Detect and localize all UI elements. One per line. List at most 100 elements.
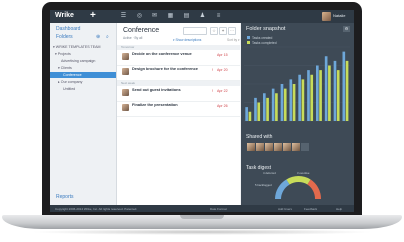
profile-icon[interactable]: ♟ [199, 13, 206, 20]
digest-label-deferred: 4 deferred [263, 171, 276, 175]
laptop-notch [180, 215, 224, 219]
shared-with-heading: Shared with [246, 134, 273, 140]
copyright-text: Copyright 2006-2014 Wrike, Inc. All righ… [55, 206, 138, 211]
snapshot-panel: Folder snapshot ⚙ Tasks created Tasks co… [241, 23, 354, 205]
chart-bar-completed [310, 74, 314, 121]
new-task-button[interactable]: + [90, 10, 96, 21]
chart-bar-created [289, 79, 293, 121]
chart-bar-completed [266, 97, 269, 121]
legend-swatch-completed [247, 41, 250, 44]
shared-avatar[interactable] [247, 143, 255, 151]
legend-created: Tasks created [252, 35, 273, 40]
add-folder-icon[interactable]: ⊕ [96, 34, 100, 40]
sidebar-item[interactable]: ▾ Clients [50, 65, 116, 71]
task-row[interactable]: Design brochure for the conference! Apr 2… [117, 66, 240, 81]
reports-link[interactable]: Reports [56, 194, 74, 200]
section-header: Tomorrow [117, 45, 240, 50]
sidebar: Dashboard Folders ⊕ ⌕ ▾ WRIKE TEMPLATES … [50, 23, 117, 205]
task-due-date: Apr 22 [217, 89, 228, 93]
shared-more-button[interactable] [301, 143, 309, 151]
assignee-avatar [122, 68, 129, 75]
app-logo[interactable]: Wrike [55, 12, 74, 19]
chart-bar-completed [336, 70, 340, 121]
digest-label-overdue: 3 overdue [297, 171, 310, 175]
task-name: Decide on the conference venue [132, 51, 192, 56]
shared-avatar[interactable] [256, 143, 264, 151]
list-filter[interactable]: Active · By all [123, 36, 142, 40]
task-due-date: Apr 15 [217, 53, 228, 57]
user-name[interactable]: Natalie [333, 13, 345, 18]
task-row[interactable]: Finalize the presentation Apr 26 [117, 102, 240, 117]
sort-dropdown[interactable]: Sort by ▾ [227, 38, 240, 42]
task-name: Design brochure for the conference [132, 66, 198, 71]
sidebar-item[interactable]: ▾ Projects [50, 51, 116, 57]
shared-avatar[interactable] [274, 143, 282, 151]
chart-bar-completed [328, 65, 331, 121]
laptop-mockup: Wrike + ☰ ◎ ✉ ▦ ▤ ♟ ≡ Natalie Dashboard … [0, 0, 404, 242]
show-descriptions-toggle[interactable]: ▾ Show descriptions [173, 38, 201, 42]
folder-title: Conference [123, 27, 160, 34]
feedback-link[interactable]: Feedback [304, 207, 317, 211]
sidebar-item[interactable]: Advertising campaign [50, 58, 116, 64]
chart-bar-completed [319, 70, 322, 121]
chart-bar-completed [257, 102, 261, 121]
sidebar-item[interactable]: ▾ WRIKE TEMPLATES TEAM [50, 44, 116, 50]
list-icon[interactable]: ≡ [215, 13, 222, 20]
shared-avatar[interactable] [292, 143, 300, 151]
sidebar-item[interactable]: Untitled [50, 86, 116, 92]
sidebar-item[interactable]: ▸ Our company [50, 79, 116, 85]
digest-label-backlogged: 5 backlogged [255, 183, 272, 187]
assignee-avatar [122, 89, 129, 96]
settings-icon[interactable]: ⚙ [343, 26, 350, 32]
stream-icon[interactable]: ◎ [136, 13, 143, 20]
date-format-link[interactable]: Date Format [210, 207, 227, 211]
menu-icon[interactable]: ☰ [120, 13, 127, 20]
task-row[interactable]: Decide on the conference venue Apr 15 [117, 51, 240, 66]
chart-bar-created [271, 88, 275, 121]
help-link[interactable]: Help [336, 207, 342, 211]
search-icon[interactable]: ⌕ [106, 34, 109, 40]
chart-bar-created [333, 60, 337, 121]
chart-bar-created [315, 65, 319, 121]
task-name: Finalize the presentation [132, 102, 178, 107]
inbox-icon[interactable]: ✉ [151, 13, 158, 20]
chart-bar-created [342, 51, 346, 121]
chart-bar-created [254, 97, 257, 121]
chart-bar-completed [345, 60, 349, 121]
task-due-date: Apr 20 [217, 68, 228, 72]
chart-bar-created [307, 70, 310, 121]
task-row[interactable]: Send out guest invitations! Apr 22 [117, 87, 240, 102]
laptop-shadow [30, 229, 374, 235]
more-button[interactable]: ⋯ [228, 27, 236, 35]
chart-bar-created [298, 74, 301, 121]
importance-flag: ! [212, 67, 214, 72]
chart-bar-created [280, 84, 284, 121]
share-button[interactable]: ✦ [219, 27, 227, 35]
assignee-avatar [122, 104, 129, 111]
calendar-icon[interactable]: ▦ [167, 13, 174, 20]
legend-swatch-created [247, 36, 250, 39]
task-list-pane: Conference Active · By all ☆ ✦ ⋯ ▾ Show … [117, 23, 240, 205]
chart-bar-completed [275, 93, 278, 121]
chart-bar-completed [301, 79, 305, 121]
dashboard-link[interactable]: Dashboard [56, 26, 80, 32]
app-screen: Wrike + ☰ ◎ ✉ ▦ ▤ ♟ ≡ Natalie Dashboard … [50, 10, 354, 212]
reports-icon[interactable]: ▤ [183, 13, 190, 20]
shared-avatar[interactable] [265, 143, 273, 151]
task-due-date: Apr 26 [217, 104, 228, 108]
user-avatar[interactable] [322, 12, 331, 21]
assignee-avatar [122, 53, 129, 60]
top-bar: Wrike + ☰ ◎ ✉ ▦ ▤ ♟ ≡ Natalie [50, 10, 354, 23]
shared-avatar[interactable] [283, 143, 291, 151]
add-users-link[interactable]: Add Users [278, 207, 292, 211]
star-button[interactable]: ☆ [210, 27, 218, 35]
chart-bar-completed [292, 84, 296, 121]
footer-bar: Copyright 2006-2014 Wrike, Inc. All righ… [50, 205, 354, 212]
chart-bar-created [262, 93, 266, 121]
sidebar-item[interactable]: Conference [50, 72, 116, 78]
task-name: Send out guest invitations [132, 87, 181, 92]
importance-flag: ! [212, 88, 214, 93]
panel-title: Folder snapshot [246, 26, 286, 32]
list-search-input[interactable] [183, 27, 207, 35]
chart-bar-created [245, 107, 248, 121]
